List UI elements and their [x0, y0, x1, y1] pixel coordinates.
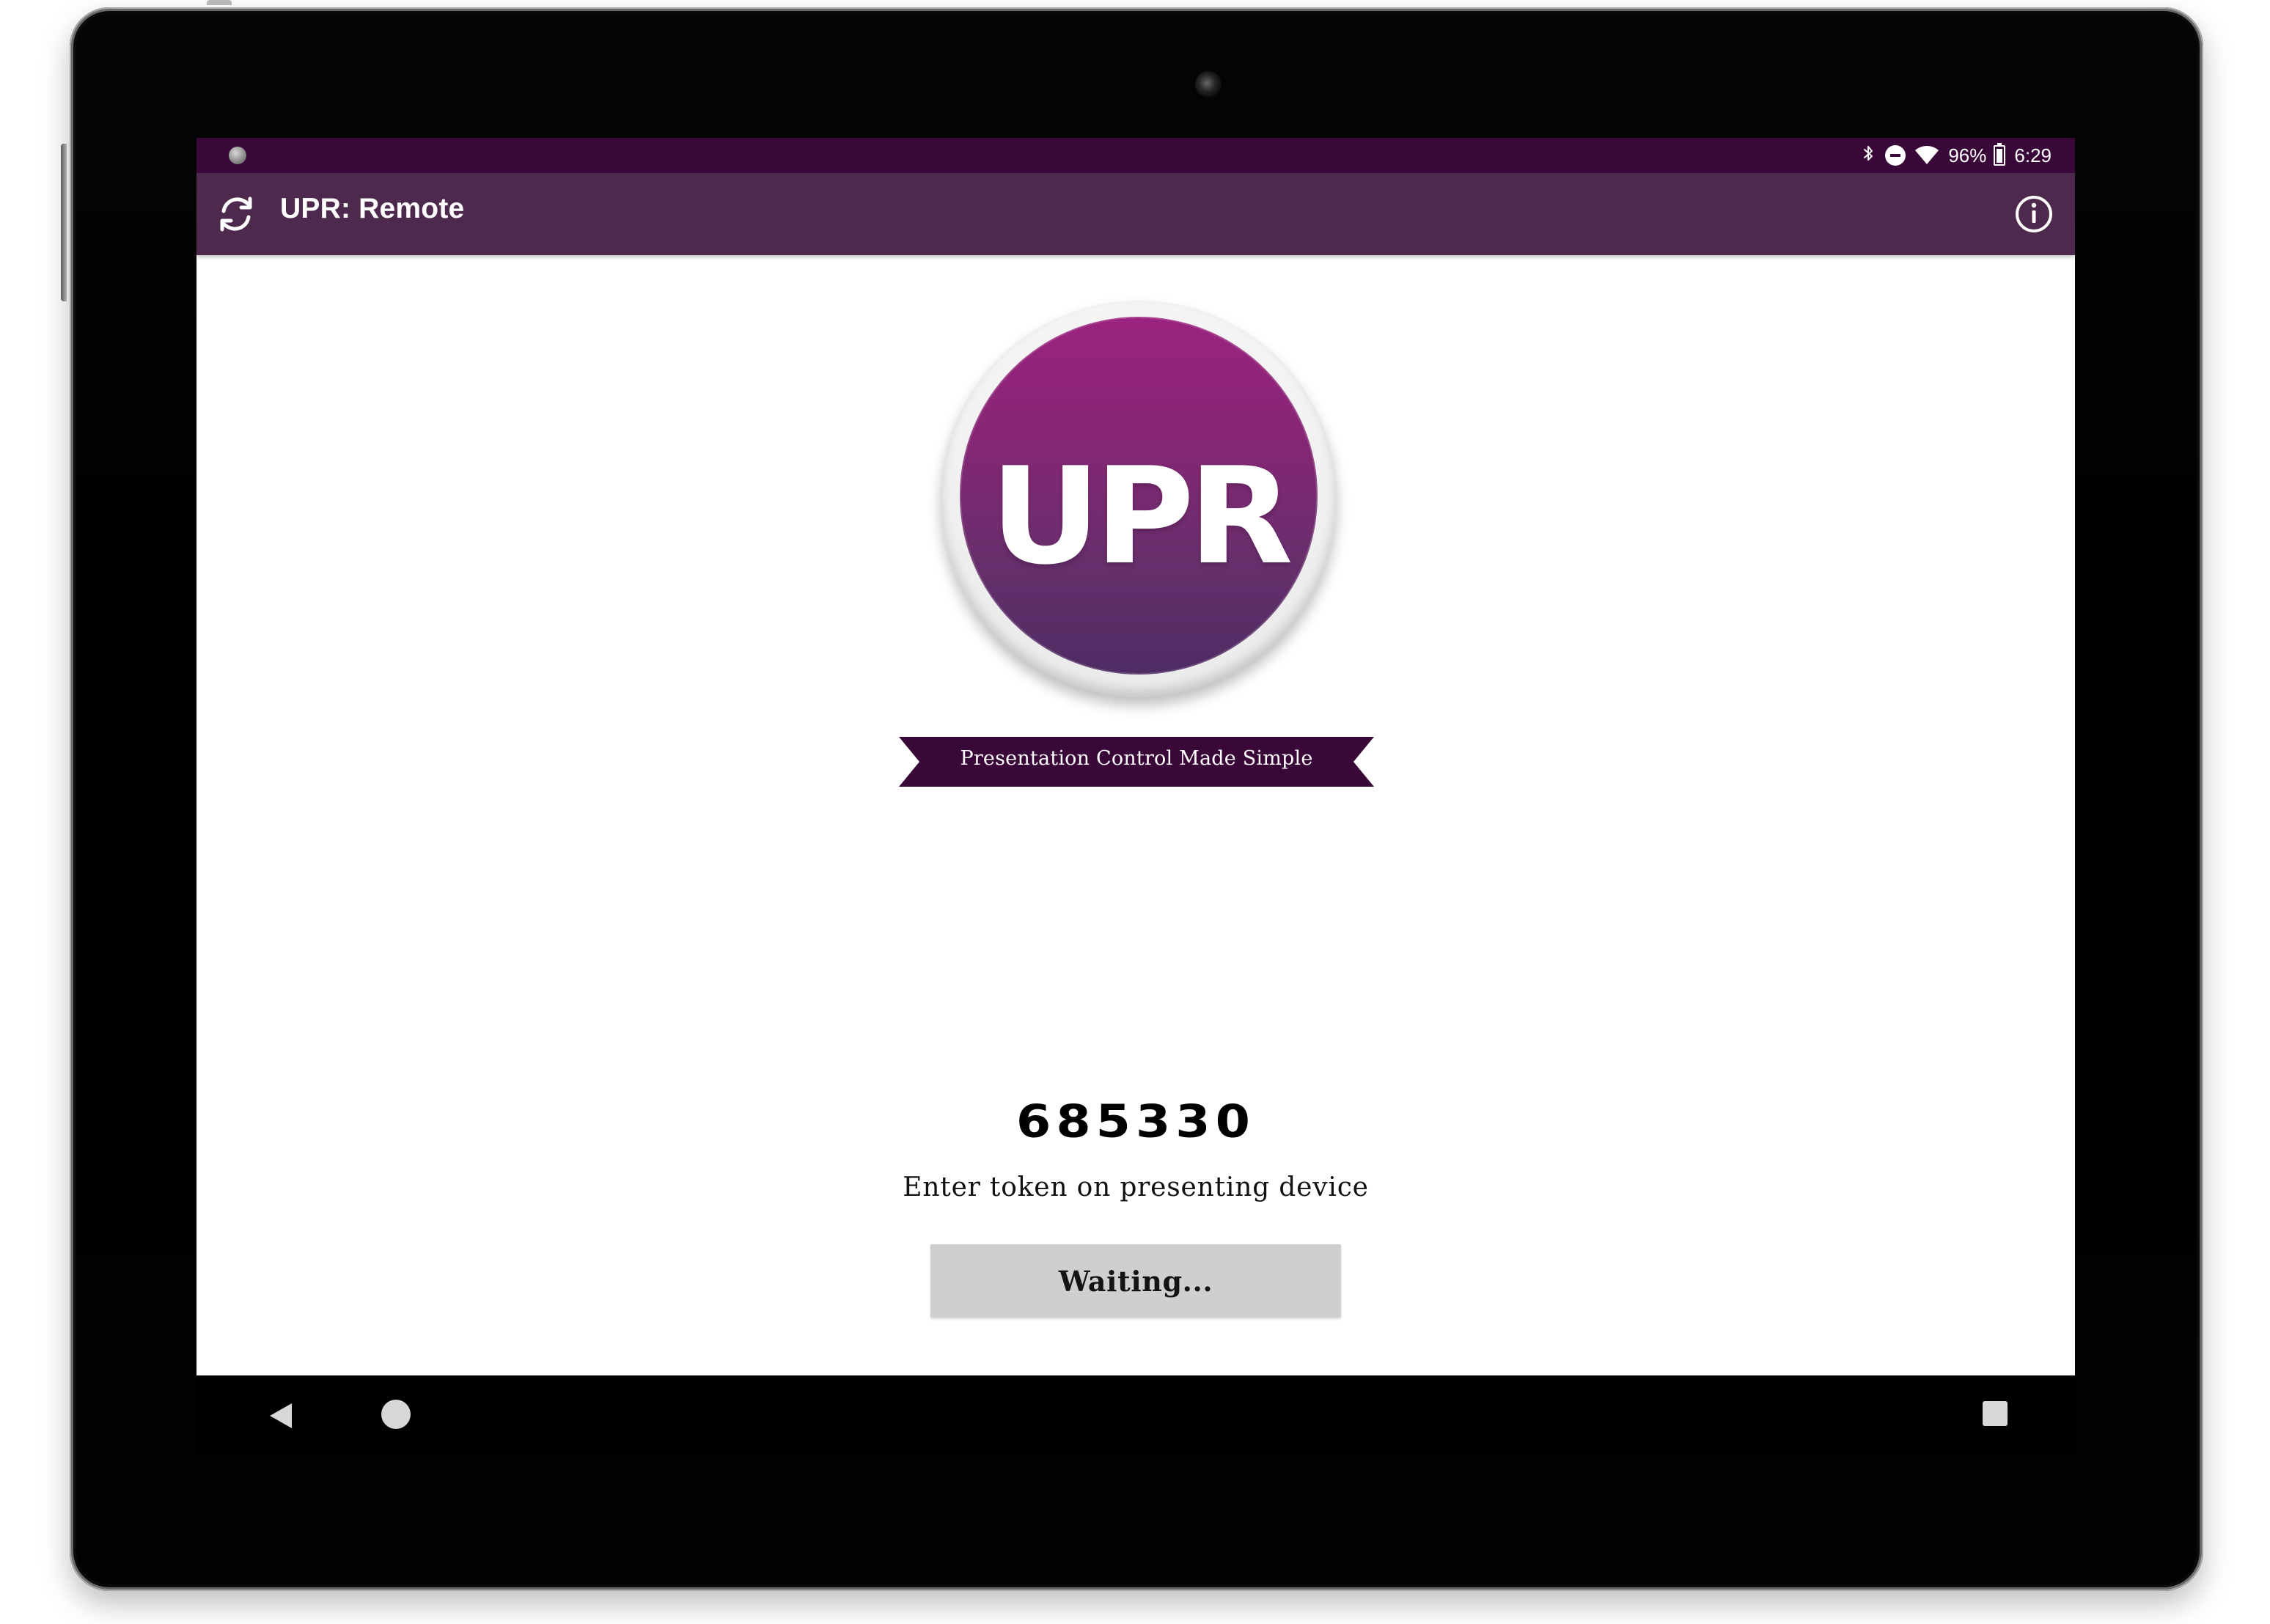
info-icon: [2016, 196, 2052, 232]
app-title: UPR: Remote: [280, 193, 465, 224]
upr-logo: UPR: [941, 301, 1337, 697]
android-screen: 96% 6:29 UPR: Remote UPR Presentation Co…: [196, 138, 2075, 1375]
status-indicators: 96% 6:29: [1860, 138, 2052, 173]
home-icon[interactable]: [381, 1400, 411, 1429]
waiting-button[interactable]: Waiting...: [930, 1244, 1341, 1318]
wifi-icon: [1914, 145, 1939, 166]
navigation-bar: [196, 1375, 2075, 1456]
battery-icon: [1994, 143, 2006, 166]
logo-text: UPR: [990, 438, 1293, 594]
pairing-instruction: Enter token on presenting device: [903, 1172, 1369, 1202]
device-top-button: [207, 0, 232, 5]
pairing-token: 685330: [1016, 1095, 1255, 1149]
info-button[interactable]: [2008, 188, 2060, 240]
back-icon[interactable]: [264, 1398, 299, 1433]
refresh-icon: [220, 196, 252, 232]
front-camera-icon: [1195, 71, 1222, 98]
refresh-button[interactable]: [210, 188, 262, 240]
bluetooth-icon: [1860, 146, 1876, 165]
status-time: 6:29: [2014, 144, 2052, 166]
screenshot-stage: 96% 6:29 UPR: Remote UPR Presentation Co…: [0, 0, 2270, 1624]
notification-dot-icon: [229, 147, 246, 164]
do-not-disturb-icon: [1885, 145, 1906, 166]
app-bar: UPR: Remote: [196, 173, 2075, 255]
recents-icon[interactable]: [1983, 1401, 2008, 1426]
tagline-text: Presentation Control Made Simple: [960, 747, 1313, 770]
battery-percentage: 96%: [1948, 144, 1987, 166]
upr-logo-badge: UPR: [960, 317, 1318, 675]
tagline-ribbon: Presentation Control Made Simple: [899, 737, 1374, 787]
device-side-button: [61, 144, 67, 301]
status-bar: 96% 6:29: [196, 138, 2075, 173]
